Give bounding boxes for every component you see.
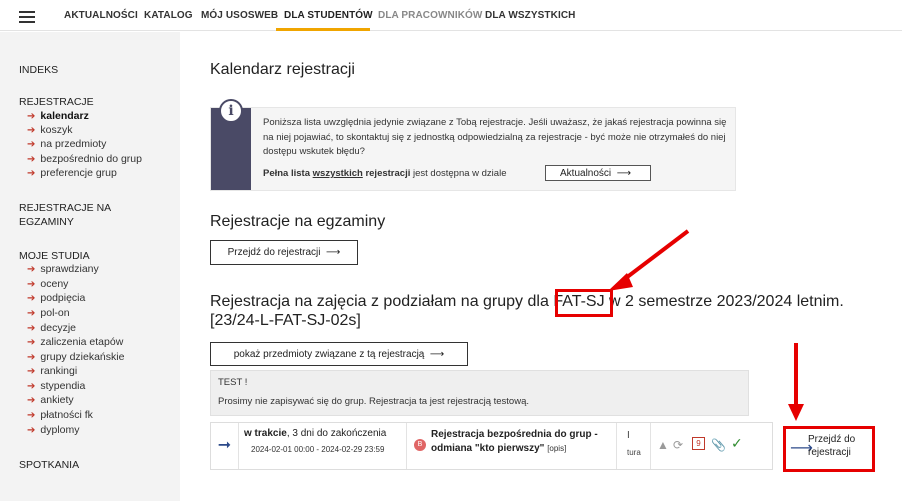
annotation-arrow-1 (608, 229, 690, 291)
annotation-overlay (608, 229, 804, 421)
annotation-arrow-2 (788, 343, 804, 421)
